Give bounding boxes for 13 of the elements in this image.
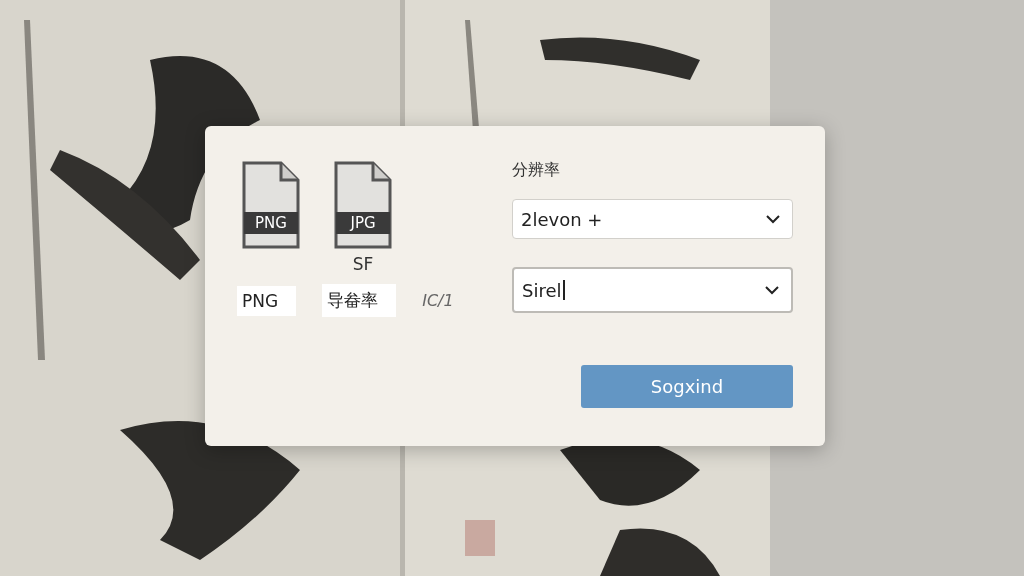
file-type-label: JPG: [348, 213, 377, 233]
chevron-down-icon: [766, 214, 780, 224]
field-label: 分辨率: [512, 160, 561, 181]
file-icon: [241, 160, 301, 250]
option-label[interactable]: IC/1: [422, 291, 454, 310]
dropdown-field[interactable]: Sirel: [512, 267, 793, 313]
dropdown-field[interactable]: 2levon +: [512, 199, 793, 239]
chevron-down-icon: [765, 285, 779, 295]
option-label[interactable]: 导畚率: [322, 284, 397, 317]
file-icon: [333, 160, 393, 250]
file-type-label: PNG: [254, 213, 288, 233]
file-caption: SF: [352, 254, 374, 274]
option-label[interactable]: PNG: [237, 285, 297, 316]
